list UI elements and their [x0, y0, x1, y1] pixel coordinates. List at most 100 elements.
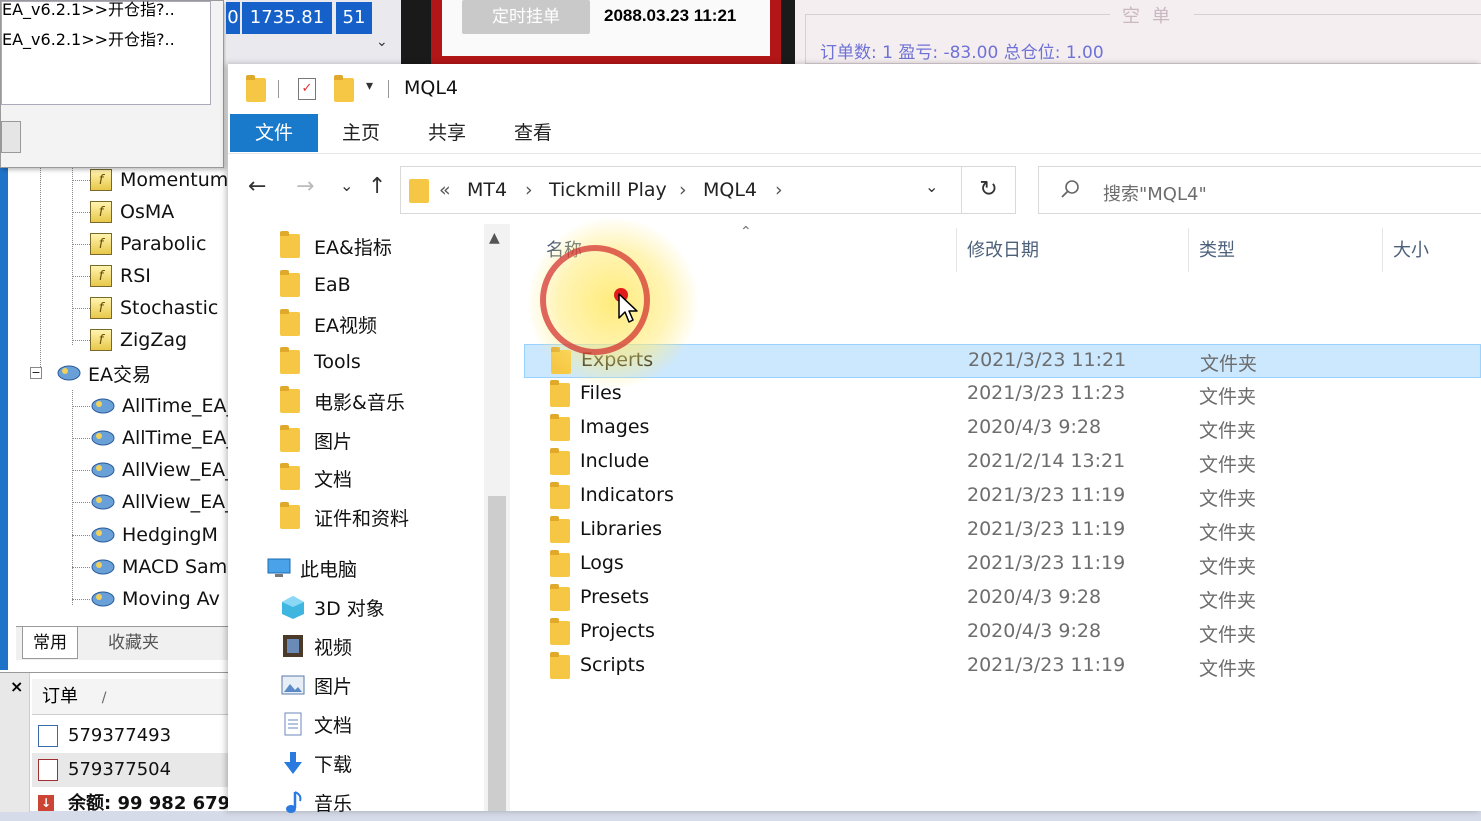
indicator-item[interactable]: f Momentum: [72, 164, 228, 196]
file-row-files[interactable]: Files 2021/3/23 11:23 文件夹: [524, 378, 1481, 412]
file-name: Images: [580, 416, 650, 438]
recent-locations-icon[interactable]: ⌄: [340, 176, 353, 195]
chevron-down-icon[interactable]: ⌄: [925, 177, 938, 196]
file-row-presets[interactable]: Presets 2020/4/3 9:28 文件夹: [524, 582, 1481, 616]
ea-item[interactable]: MACD Sam: [72, 551, 227, 583]
indicator-icon: f: [90, 201, 112, 223]
nav-folder-pictures[interactable]: 图片: [280, 422, 352, 458]
forward-icon[interactable]: →: [296, 174, 314, 199]
file-row-include[interactable]: Include 2021/2/14 13:21 文件夹: [524, 446, 1481, 480]
quote-price: 1735.81: [242, 2, 332, 34]
tab-share[interactable]: 共享: [414, 114, 480, 152]
order-column-header[interactable]: 订单 /: [32, 679, 230, 715]
nav-documents[interactable]: 文档: [280, 706, 352, 742]
folder-icon: [550, 482, 570, 509]
file-row-experts[interactable]: Experts 2021/3/23 11:21 文件夹: [524, 344, 1481, 378]
nav-folder-label: 图片: [314, 430, 353, 453]
column-header-date[interactable]: 修改日期: [967, 236, 1039, 262]
ea-item[interactable]: AllTime_EA_: [72, 422, 236, 454]
tab-view[interactable]: 查看: [500, 114, 566, 152]
order-row[interactable]: 579377493: [32, 719, 230, 753]
column-separator[interactable]: [1382, 228, 1383, 272]
alert-line[interactable]: EA_v6.2.1>>开仓指?..: [2, 0, 175, 24]
indicator-item[interactable]: f Parabolic: [72, 228, 206, 260]
ea-label: MACD Sam: [122, 556, 228, 578]
breadcrumb-separator[interactable]: ›: [775, 179, 783, 201]
indicator-item[interactable]: f ZigZag: [72, 324, 187, 356]
collapse-icon[interactable]: −: [30, 367, 42, 379]
file-row-projects[interactable]: Projects 2020/4/3 9:28 文件夹: [524, 616, 1481, 650]
column-header-name[interactable]: 名称: [546, 236, 582, 262]
folder-icon: [280, 425, 300, 452]
breadcrumb-mt4[interactable]: MT4: [467, 179, 507, 201]
mouse-cursor-icon: [618, 293, 638, 323]
nav-downloads[interactable]: 下载: [280, 745, 352, 781]
properties-icon[interactable]: ✓: [298, 78, 316, 100]
indicator-item[interactable]: f OsMA: [72, 196, 174, 228]
breadcrumb-mql4[interactable]: MQL4: [703, 179, 757, 201]
breadcrumb-separator[interactable]: ›: [525, 179, 533, 201]
address-bar[interactable]: « MT4 › Tickmill Play › MQL4 › ⌄: [400, 166, 962, 214]
order-row[interactable]: 579377504: [32, 753, 230, 787]
up-icon[interactable]: ↑: [368, 174, 386, 199]
folder-icon: [550, 516, 570, 543]
tab-common[interactable]: 常用: [22, 627, 78, 659]
nav-3d-objects[interactable]: 3D 对象: [280, 589, 385, 625]
customize-toolbar-icon[interactable]: ▾: [366, 78, 373, 94]
file-row-images[interactable]: Images 2020/4/3 9:28 文件夹: [524, 412, 1481, 446]
indicator-icon: f: [90, 297, 112, 319]
nav-folder-ea-video[interactable]: EA视频: [280, 306, 377, 342]
nav-folder-tools[interactable]: Tools: [280, 344, 361, 380]
column-separator[interactable]: [1188, 228, 1189, 272]
file-row-scripts[interactable]: Scripts 2021/3/23 11:19 文件夹: [524, 650, 1481, 684]
nav-scrollbar[interactable]: ▲: [484, 224, 510, 811]
nav-pictures[interactable]: 图片: [280, 667, 352, 703]
ea-item[interactable]: AllView_EA_: [72, 486, 235, 518]
breadcrumb-tickmill[interactable]: Tickmill Play: [549, 179, 667, 201]
breadcrumb-separator[interactable]: ›: [679, 179, 687, 201]
tab-file[interactable]: 文件: [230, 114, 318, 152]
indicator-item[interactable]: f Stochastic: [72, 292, 218, 324]
market-watch-row: 0 1735.81 51 ⌄: [226, 0, 401, 64]
close-icon[interactable]: ×: [10, 677, 23, 696]
nav-folder-label: EA视频: [314, 314, 378, 337]
file-row-logs[interactable]: Logs 2021/3/23 11:19 文件夹: [524, 548, 1481, 582]
scrollbar-thumb[interactable]: [488, 496, 506, 811]
nav-folder-documents[interactable]: 文档: [280, 460, 352, 496]
file-date: 2021/2/14 13:21: [967, 450, 1126, 472]
indicator-item[interactable]: f RSI: [72, 260, 151, 292]
new-folder-icon[interactable]: [334, 75, 354, 102]
breadcrumb-overflow[interactable]: «: [439, 179, 451, 201]
pending-order-button[interactable]: 定时挂单: [462, 0, 590, 34]
nav-videos[interactable]: 视频: [280, 628, 352, 664]
ea-item[interactable]: AllTime_EA_: [72, 390, 236, 422]
nav-this-pc[interactable]: 此电脑: [266, 550, 357, 586]
alert-line[interactable]: EA_v6.2.1>>开仓指?..: [2, 26, 175, 54]
tab-favorites[interactable]: 收藏夹: [98, 627, 169, 659]
tab-home[interactable]: 主页: [328, 114, 394, 152]
search-input[interactable]: 搜索"MQL4": [1038, 166, 1481, 214]
nav-folder-movies-music[interactable]: 电影&音乐: [280, 383, 405, 419]
nav-music[interactable]: 音乐: [280, 784, 352, 820]
nav-folder-eab[interactable]: EaB: [280, 267, 351, 303]
file-row-libraries[interactable]: Libraries 2021/3/23 11:19 文件夹: [524, 514, 1481, 548]
back-icon[interactable]: ←: [248, 174, 266, 199]
nav-folder-certificates[interactable]: 证件和资料: [280, 499, 409, 535]
ea-item[interactable]: AllView_EA_: [72, 454, 235, 486]
refresh-icon[interactable]: ↻: [962, 166, 1016, 214]
chevron-down-icon[interactable]: ⌄: [376, 34, 388, 50]
file-row-indicators[interactable]: Indicators 2021/3/23 11:19 文件夹: [524, 480, 1481, 514]
ea-group-item[interactable]: − EA交易: [30, 357, 151, 389]
nav-folder-ea-indicators[interactable]: EA&指标: [280, 228, 392, 264]
ea-item[interactable]: HedgingM: [72, 519, 218, 551]
column-header-type[interactable]: 类型: [1199, 236, 1235, 262]
video-icon: [283, 635, 303, 657]
tree-line: [40, 165, 41, 375]
scroll-up-icon[interactable]: ▲: [489, 230, 500, 246]
ea-item[interactable]: Moving Av: [72, 583, 220, 615]
column-separator[interactable]: [956, 228, 957, 272]
column-header-size[interactable]: 大小: [1393, 236, 1429, 262]
file-name: Experts: [581, 349, 654, 371]
folder-icon: [280, 502, 300, 529]
alert-ok-button[interactable]: [1, 121, 21, 153]
